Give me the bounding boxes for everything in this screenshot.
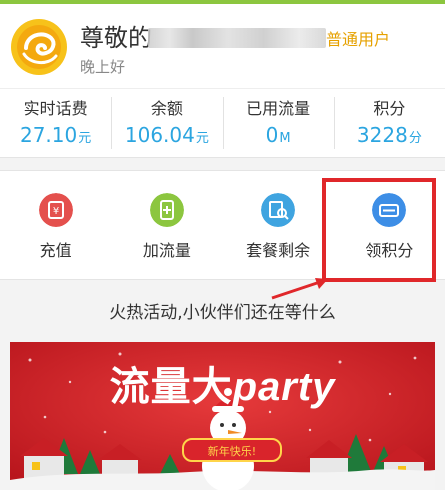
telecom-logo-icon xyxy=(11,19,67,75)
stat-value: 3228分 xyxy=(356,123,422,147)
stat-label: 余额 xyxy=(150,99,183,118)
redacted-username xyxy=(148,28,326,48)
stat-used-data[interactable]: 已用流量 0M xyxy=(222,89,334,157)
action-label: 充值 xyxy=(39,241,72,260)
recharge-button[interactable]: ¥ 充值 xyxy=(0,171,111,279)
plan-remaining-button[interactable]: 套餐剩余 xyxy=(223,171,334,279)
banner-tag: 新年快乐! xyxy=(182,438,282,462)
plan-remaining-icon xyxy=(261,193,296,227)
add-data-button[interactable]: 加流量 xyxy=(111,171,222,279)
action-label: 套餐剩余 xyxy=(246,241,311,260)
stat-balance[interactable]: 余额 106.04元 xyxy=(111,89,222,157)
stat-label: 积分 xyxy=(373,99,406,118)
stat-value: 27.10元 xyxy=(19,123,92,147)
svg-text:¥: ¥ xyxy=(52,206,58,217)
recharge-icon: ¥ xyxy=(38,193,73,227)
greeting-time: 晚上好 xyxy=(80,58,126,76)
account-stats: 实时话费 27.10元 余额 106.04元 已用流量 0M 积分 3228分 xyxy=(0,88,445,158)
stat-realtime-fee[interactable]: 实时话费 27.10元 xyxy=(0,89,111,157)
user-type-badge[interactable]: 普通用户 xyxy=(326,26,390,50)
stat-label: 已用流量 xyxy=(246,99,311,118)
stat-value: 0M xyxy=(265,123,291,147)
add-data-icon xyxy=(149,193,184,227)
highlight-box xyxy=(322,178,436,282)
promo-banner[interactable]: 流量大party 新年快乐! xyxy=(10,342,435,490)
stat-value: 106.04元 xyxy=(124,123,209,147)
stat-label: 实时话费 xyxy=(23,99,88,118)
action-label: 加流量 xyxy=(142,241,191,260)
banner-title: 流量大party xyxy=(109,364,336,410)
user-header: 尊敬的 普通用户 晚上好 xyxy=(0,4,445,88)
stat-points[interactable]: 积分 3228分 xyxy=(333,89,445,157)
promo-section-title: 火热活动,小伙伴们还在等什么 xyxy=(109,303,336,323)
greeting-name: 尊敬的 xyxy=(80,24,152,52)
